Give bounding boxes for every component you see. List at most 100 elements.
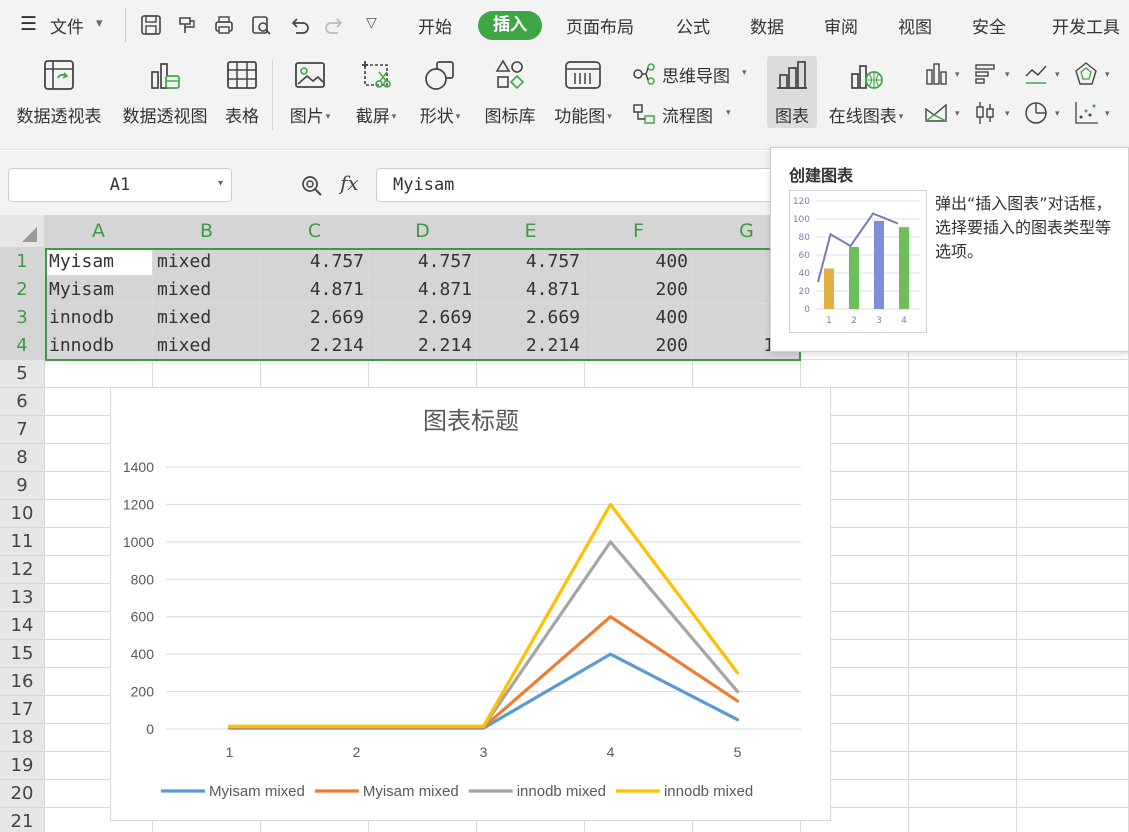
grid-cell[interactable] [1017, 808, 1129, 832]
row-header[interactable]: 1 [0, 248, 45, 276]
row-header[interactable]: 15 [0, 640, 45, 668]
grid-cell[interactable] [1017, 444, 1129, 472]
tab-review[interactable]: 审阅 [824, 13, 858, 38]
column-header[interactable]: E [477, 215, 585, 248]
table-cell[interactable]: 200 [585, 332, 693, 360]
grid-cell[interactable] [1017, 780, 1129, 808]
mind-map-button[interactable]: 思维导图 ▾ [632, 61, 756, 87]
column-header[interactable]: A [45, 215, 153, 248]
table-cell[interactable]: 2.669 [369, 304, 477, 332]
grid-cell[interactable] [1017, 500, 1129, 528]
grid-cell[interactable] [1017, 612, 1129, 640]
column-header[interactable]: D [369, 215, 477, 248]
row-header[interactable]: 7 [0, 416, 45, 444]
grid-cell[interactable] [1017, 472, 1129, 500]
table-cell[interactable]: 2.669 [261, 304, 369, 332]
grid-cell[interactable] [909, 640, 1017, 668]
grid-cell[interactable] [909, 752, 1017, 780]
grid-cell[interactable] [909, 416, 1017, 444]
grid-cell[interactable] [1017, 668, 1129, 696]
grid-cell[interactable] [1017, 640, 1129, 668]
chevron-down-icon[interactable]: ▾ [218, 178, 223, 189]
grid-cell[interactable] [909, 388, 1017, 416]
grid-cell[interactable] [1017, 360, 1129, 388]
stock-chart-type-icon[interactable]: ▾ [974, 99, 1014, 127]
table-cell[interactable]: 400 [585, 248, 693, 276]
table-cell[interactable]: Myisam [45, 276, 153, 304]
pivot-chart-button[interactable]: 数据透视图 [116, 50, 214, 134]
row-header[interactable]: 8 [0, 444, 45, 472]
table-cell[interactable]: 4.757 [477, 248, 585, 276]
line-chart[interactable]: 图表标题 0 200 400 600 800 1000 1200 1400 1 2 3 4 5 Myisam… [110, 387, 831, 821]
tab-view[interactable]: 视图 [898, 13, 932, 38]
tab-insert[interactable]: 插入 [478, 11, 542, 40]
zoom-function-icon[interactable] [300, 174, 324, 198]
grid-cell[interactable] [1017, 388, 1129, 416]
row-header[interactable]: 19 [0, 752, 45, 780]
row-header[interactable]: 12 [0, 556, 45, 584]
table-cell[interactable]: 2.214 [261, 332, 369, 360]
row-header[interactable]: 20 [0, 780, 45, 808]
select-all-corner[interactable] [0, 215, 45, 248]
hamburger-icon[interactable]: ☰ [20, 13, 37, 35]
grid-cell[interactable] [909, 668, 1017, 696]
grid-cell[interactable] [693, 360, 801, 388]
row-header[interactable]: 14 [0, 612, 45, 640]
row-header[interactable]: 4 [0, 332, 45, 360]
screenshot-button[interactable]: 截屏 ▾ [348, 50, 404, 134]
shape-button[interactable]: 形状 ▾ [412, 50, 468, 134]
grid-cell[interactable] [909, 444, 1017, 472]
name-box[interactable]: A1 [8, 168, 232, 202]
grid-cell[interactable] [1017, 556, 1129, 584]
area-chart-type-icon[interactable]: ▾ [924, 99, 964, 127]
table-cell[interactable]: mixed [153, 304, 261, 332]
format-painter-icon[interactable] [176, 14, 198, 36]
picture-button[interactable]: 图片 ▾ [282, 50, 338, 134]
pie-chart-type-icon[interactable]: ▾ [1024, 99, 1064, 127]
row-header[interactable]: 9 [0, 472, 45, 500]
grid-cell[interactable] [909, 472, 1017, 500]
grid-cell[interactable] [909, 724, 1017, 752]
redo-icon[interactable] [324, 14, 346, 36]
grid-cell[interactable] [1017, 528, 1129, 556]
table-cell[interactable]: mixed [153, 276, 261, 304]
print-preview-icon[interactable] [250, 14, 272, 36]
radar-chart-type-icon[interactable]: ▾ [1074, 60, 1114, 88]
table-cell[interactable]: 400 [585, 304, 693, 332]
grid-cell[interactable] [1017, 752, 1129, 780]
tab-data[interactable]: 数据 [750, 13, 784, 38]
grid-cell[interactable] [477, 360, 585, 388]
row-header[interactable]: 18 [0, 724, 45, 752]
row-header[interactable]: 21 [0, 808, 45, 832]
tab-developer[interactable]: 开发工具 [1052, 13, 1120, 38]
table-cell[interactable]: innodb [45, 304, 153, 332]
grid-cell[interactable] [909, 528, 1017, 556]
grid-cell[interactable] [1017, 724, 1129, 752]
bar-chart-type-icon[interactable]: ▾ [974, 60, 1014, 88]
column-header[interactable]: C [261, 215, 369, 248]
more-icon[interactable]: ▽ [366, 15, 377, 31]
grid-cell[interactable] [909, 556, 1017, 584]
grid-cell[interactable] [801, 360, 909, 388]
row-header[interactable]: 6 [0, 388, 45, 416]
grid-cell[interactable] [261, 360, 369, 388]
save-icon[interactable] [140, 14, 162, 36]
scatter-chart-type-icon[interactable]: ▾ [1074, 99, 1114, 127]
table-cell[interactable]: mixed [153, 248, 261, 276]
column-chart-type-icon[interactable]: ▾ [924, 60, 964, 88]
grid-cell[interactable] [909, 612, 1017, 640]
tab-page-layout[interactable]: 页面布局 [566, 13, 634, 38]
grid-cell[interactable] [45, 360, 153, 388]
grid-cell[interactable] [1017, 584, 1129, 612]
grid-cell[interactable] [585, 360, 693, 388]
function-chart-button[interactable]: 功能图 ▾ [548, 50, 618, 134]
table-cell[interactable]: 200 [585, 276, 693, 304]
row-header[interactable]: 3 [0, 304, 45, 332]
line-chart-type-icon[interactable]: ▾ [1024, 60, 1064, 88]
table-cell[interactable]: 4.757 [261, 248, 369, 276]
icon-library-button[interactable]: 图标库 [478, 50, 542, 134]
row-header[interactable]: 16 [0, 668, 45, 696]
grid-cell[interactable] [909, 808, 1017, 832]
table-cell[interactable]: 4.871 [369, 276, 477, 304]
pivot-table-button[interactable]: 数据透视表 [10, 50, 108, 134]
